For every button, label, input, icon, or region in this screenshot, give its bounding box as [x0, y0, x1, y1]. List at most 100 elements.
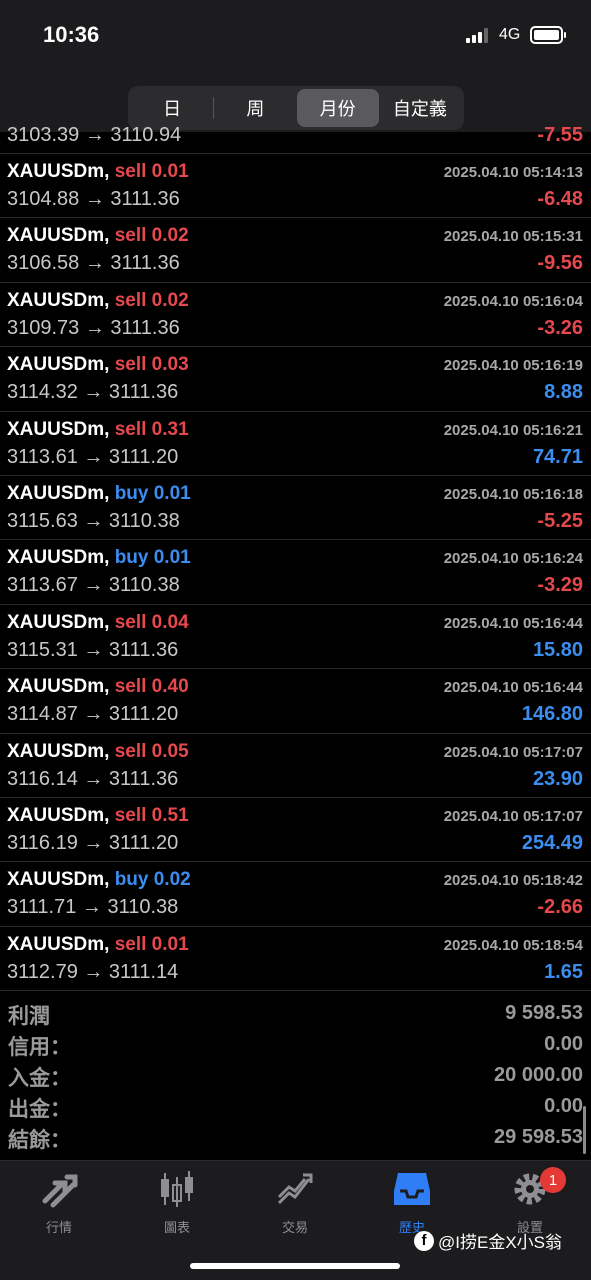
quotes-arrows-icon: [39, 1169, 79, 1209]
trade-row-partial[interactable]: 3103.39 → 3110.94 -7.55: [0, 122, 591, 154]
trade-profit: 74.71: [532, 445, 583, 468]
tab-quotes[interactable]: 行情: [9, 1169, 109, 1239]
summary-value: 9 598.53: [505, 1002, 583, 1024]
trade-profit: 23.90: [532, 767, 583, 790]
trade-prices: 3111.71 → 3110.38: [7, 896, 179, 919]
trade-profit: 15.80: [532, 638, 583, 661]
summary-credit-row: 信用： 0.00: [0, 1029, 591, 1060]
trade-symbol: XAUUSDm, buy 0.01: [7, 483, 191, 505]
tab-label: 行情: [45, 1220, 72, 1235]
symbol-name: XAUUSDm,: [7, 161, 110, 182]
home-indicator[interactable]: [190, 1263, 400, 1269]
summary-label: 入金：: [8, 1067, 71, 1090]
trade-symbol: XAUUSDm, sell 0.05: [7, 741, 189, 763]
trade-datetime: 2025.04.10 05:16:24: [443, 550, 583, 568]
trade-row[interactable]: XAUUSDm, sell 0.02 2025.04.10 05:15:31 310…: [0, 218, 591, 283]
trade-type: sell 0.01: [114, 933, 189, 955]
battery-icon: [530, 26, 566, 44]
trade-type: sell 0.03: [114, 354, 189, 376]
trade-row[interactable]: XAUUSDm, sell 0.31 2025.04.10 05:16:21 311…: [0, 412, 591, 476]
account-summary: 利潤 9 598.53 信用： 0.00 入金： 20 000.00 出金： 0…: [0, 998, 591, 1153]
watermark: f @I捞E金X小S翁: [414, 1228, 562, 1253]
trade-datetime: 2025.04.10 05:18:54: [443, 936, 583, 954]
trade-row[interactable]: XAUUSDm, sell 0.01 2025.04.10 05:14:13 310…: [0, 154, 591, 219]
trade-symbol: XAUUSDm, sell 0.03: [7, 354, 189, 376]
summary-value: 0.00: [544, 1033, 583, 1055]
trade-prices: 3109.73 → 3111.36: [7, 316, 180, 339]
symbol-name: XAUUSDm,: [7, 225, 110, 247]
summary-value: 20 000.00: [494, 1064, 583, 1086]
symbol-name: XAUUSDm,: [7, 869, 110, 891]
candlestick-chart-icon: [157, 1169, 197, 1209]
summary-value: 29 598.53: [494, 1126, 583, 1148]
trade-symbol: XAUUSDm, sell 0.40: [7, 676, 189, 698]
trade-datetime: 2025.04.10 05:14:13: [443, 164, 583, 181]
trade-symbol: XAUUSDm, buy 0.01: [7, 547, 191, 569]
trade-type: buy 0.02: [114, 869, 191, 891]
summary-label: 信用：: [8, 1036, 71, 1059]
summary-label: 出金：: [8, 1098, 71, 1121]
status-bar: 10:36 4G: [0, 0, 591, 72]
tab-trade[interactable]: 交易: [245, 1169, 345, 1239]
trade-row[interactable]: XAUUSDm, sell 0.01 2025.04.10 05:18:54 311…: [0, 927, 591, 992]
trade-row[interactable]: XAUUSDm, sell 0.51 2025.04.10 05:17:07 311…: [0, 798, 591, 863]
trade-row[interactable]: XAUUSDm, sell 0.02 2025.04.10 05:16:04 310…: [0, 283, 591, 348]
trade-type: sell 0.02: [114, 289, 189, 311]
summary-value: 0.00: [544, 1095, 583, 1117]
trade-profit: 254.49: [521, 831, 583, 854]
trade-row[interactable]: XAUUSDm, sell 0.04 2025.04.10 05:16:44 311…: [0, 605, 591, 670]
trade-prices: 3116.14 → 3111.36: [7, 767, 179, 790]
summary-deposit-row: 入金： 20 000.00: [0, 1060, 591, 1091]
trade-row[interactable]: XAUUSDm, buy 0.01 2025.04.10 05:16:18 3115…: [0, 476, 591, 541]
symbol-name: XAUUSDm,: [7, 547, 110, 569]
trade-symbol: XAUUSDm, sell 0.04: [7, 612, 189, 634]
tab-charts[interactable]: 圖表: [127, 1169, 227, 1239]
trade-row[interactable]: XAUUSDm, buy 0.01 2025.04.10 05:16:24 3113…: [0, 540, 591, 605]
tab-label: 交易: [281, 1220, 308, 1235]
trade-history-list[interactable]: 3103.39 → 3110.94 -7.55 XAUUSDm, sell 0.…: [0, 122, 591, 992]
trade-row[interactable]: XAUUSDm, sell 0.03 2025.04.10 05:16:19 311…: [0, 347, 591, 412]
trade-datetime: 2025.04.10 05:16:04: [443, 292, 583, 310]
trade-profit: 8.88: [544, 381, 583, 404]
trade-type: sell 0.05: [114, 740, 189, 762]
trade-type: sell 0.02: [114, 225, 189, 247]
trade-type: sell 0.01: [114, 161, 189, 182]
trade-profit: -9.56: [537, 252, 583, 275]
history-tray-icon: [392, 1169, 432, 1209]
network-type: 4G: [499, 26, 521, 43]
trade-datetime: 2025.04.10 05:18:42: [443, 872, 583, 890]
symbol-name: XAUUSDm,: [7, 740, 110, 762]
signal-strength-icon: [466, 27, 492, 43]
trade-datetime: 2025.04.10 05:16:18: [443, 485, 583, 503]
scrollbar[interactable]: [583, 1106, 586, 1154]
trade-datetime: 2025.04.10 05:17:07: [443, 743, 583, 761]
trade-datetime: 2025.04.10 05:17:07: [443, 807, 583, 825]
trade-row[interactable]: XAUUSDm, sell 0.05 2025.04.10 05:17:07 311…: [0, 734, 591, 798]
trade-datetime: 2025.04.10 05:16:19: [443, 357, 583, 375]
trade-profit: -2.66: [537, 896, 583, 919]
trade-prices: 3116.19 → 3111.20: [7, 831, 179, 854]
trade-symbol: XAUUSDm, sell 0.02: [7, 290, 189, 312]
trade-prices: 3106.58 → 3111.36: [7, 252, 180, 275]
trade-symbol: XAUUSDm, sell 0.01: [7, 161, 189, 183]
trade-datetime: 2025.04.10 05:16:21: [443, 421, 583, 439]
trade-chart-icon: [275, 1169, 315, 1209]
trade-type: buy 0.01: [114, 547, 191, 569]
trade-type: sell 0.31: [114, 418, 189, 440]
trade-datetime: 2025.04.10 05:15:31: [443, 228, 583, 246]
summary-label: 利潤: [8, 1005, 50, 1028]
trade-type: buy 0.01: [114, 482, 191, 504]
trade-symbol: XAUUSDm, sell 0.31: [7, 419, 189, 441]
symbol-name: XAUUSDm,: [7, 804, 110, 826]
trade-profit: 1.65: [544, 960, 583, 983]
trade-type: sell 0.51: [114, 804, 189, 826]
trade-symbol: XAUUSDm, sell 0.02: [7, 225, 189, 247]
trade-datetime: 2025.04.10 05:16:44: [443, 679, 583, 697]
trade-row[interactable]: XAUUSDm, sell 0.40 2025.04.10 05:16:44 311…: [0, 669, 591, 734]
trade-row[interactable]: XAUUSDm, buy 0.02 2025.04.10 05:18:42 3111…: [0, 862, 591, 927]
trade-profit: 146.80: [521, 703, 583, 726]
notification-badge: 1: [540, 1167, 566, 1193]
trade-type: sell 0.40: [114, 676, 189, 698]
symbol-name: XAUUSDm,: [7, 482, 110, 504]
facebook-icon: f: [414, 1230, 434, 1251]
